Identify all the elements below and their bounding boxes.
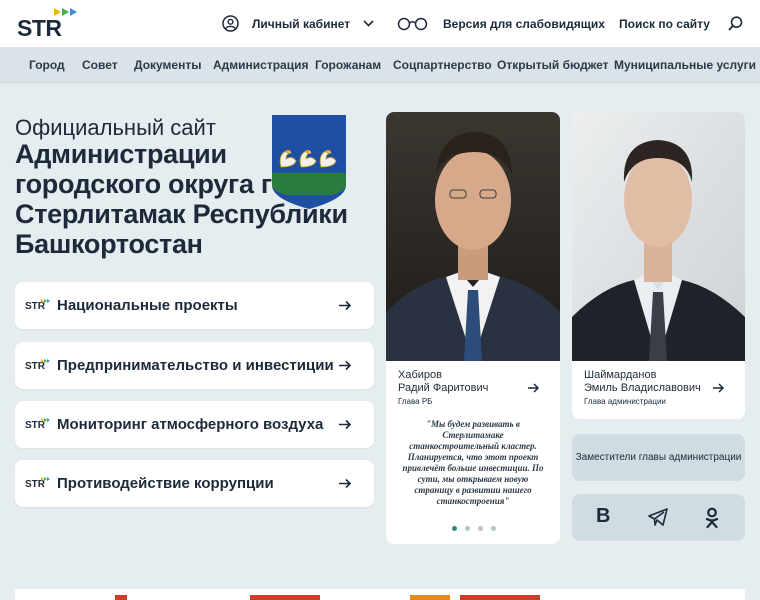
quote-text: "Мы будем развивать в Стерлитамаке станк… [402,419,544,506]
logo-text: STR [17,15,62,41]
low-vision-label: Версия для слабовидящих [443,16,605,31]
arrow-right-icon [339,300,352,311]
logo-dot-yellow [54,8,61,16]
carousel-dot[interactable] [478,526,483,531]
logo-dot-blue [70,8,77,16]
link-card-business-investment[interactable]: STR Предпринимательство и инвестиции [15,342,374,389]
glasses-icon [397,17,428,30]
search-icon [728,16,743,31]
arrow-right-icon [339,360,352,371]
banner-decoration [115,595,127,600]
person-name-line2: Радий Фаритович [398,382,489,394]
person-role: Глава администрации [584,397,666,406]
person-name-line1: Хабиров [398,369,442,381]
logo-dot-green [62,8,69,16]
banner-decoration [410,595,450,600]
nav-item-council[interactable]: Совет [82,58,118,72]
site-search-button[interactable]: Поиск по сайту [619,0,743,47]
link-card-air-monitoring[interactable]: STR Мониторинг атмосферного воздуха [15,401,374,448]
nav-item-citizens[interactable]: Горожанам [315,58,381,72]
site-logo[interactable]: STR [17,7,77,41]
carousel-dot[interactable] [465,526,470,531]
person-name-line1: Шаймарданов [584,369,657,381]
nav-item-administration[interactable]: Администрация [213,58,308,72]
personal-cabinet-label: Личный кабинет [252,16,351,31]
chevron-down-icon [363,20,374,27]
deputies-button[interactable]: Заместители главы администрации [572,434,745,481]
portrait-photo [572,112,745,361]
top-bar: STR Личный кабинет Версия для слабовидящ… [0,0,760,47]
arrow-right-icon[interactable] [528,383,540,393]
low-vision-button[interactable]: Версия для слабовидящих [397,0,605,47]
user-icon [222,15,239,32]
link-card-anti-corruption[interactable]: STR Противодействие коррупции [15,460,374,507]
link-card-label: Предпринимательство и инвестиции [57,357,334,374]
link-card-label: Мониторинг атмосферного воздуха [57,416,324,433]
str-mini-logo-icon: STR [25,476,50,491]
bottom-banner [15,589,745,600]
personal-cabinet-button[interactable]: Личный кабинет [222,0,374,47]
person-role: Глава РБ [398,397,433,406]
str-mini-logo-icon: STR [25,417,50,432]
banner-decoration [460,595,540,600]
link-card-label: Противодействие коррупции [57,475,274,492]
page-subtitle: Официальный сайт [15,115,216,140]
nav-item-city[interactable]: Город [29,58,65,72]
odnoklassniki-icon[interactable] [705,507,719,529]
vk-icon[interactable]: В [596,505,610,528]
main-nav: Город Совет Документы Администрация Горо… [0,47,760,83]
person-name-line2: Эмиль Владиславович [584,382,701,394]
nav-item-municipal-services[interactable]: Муниципальные услуги [614,58,756,72]
arrow-right-icon[interactable] [713,383,725,393]
arrow-right-icon [339,478,352,489]
str-mini-logo-icon: STR [25,358,50,373]
link-card-national-projects[interactable]: STR Национальные проекты [15,282,374,329]
link-card-label: Национальные проекты [57,297,238,314]
banner-decoration [250,595,320,600]
nav-item-open-budget[interactable]: Открытый бюджет [497,58,609,72]
arrow-right-icon [339,419,352,430]
carousel-dots [452,526,496,531]
carousel-dot[interactable] [491,526,496,531]
nav-item-documents[interactable]: Документы [134,58,201,72]
social-links: В [572,494,745,541]
nav-item-social-partnership[interactable]: Соцпартнерство [393,58,492,72]
site-search-label: Поиск по сайту [619,16,710,31]
str-mini-logo-icon: STR [25,298,50,313]
city-coat-of-arms [272,115,346,209]
portrait-photo [386,112,560,361]
person-card-head-of-administration[interactable]: Шаймарданов Эмиль Владиславович Глава ад… [572,112,745,419]
carousel-dot[interactable] [452,526,457,531]
telegram-icon[interactable] [648,508,668,526]
